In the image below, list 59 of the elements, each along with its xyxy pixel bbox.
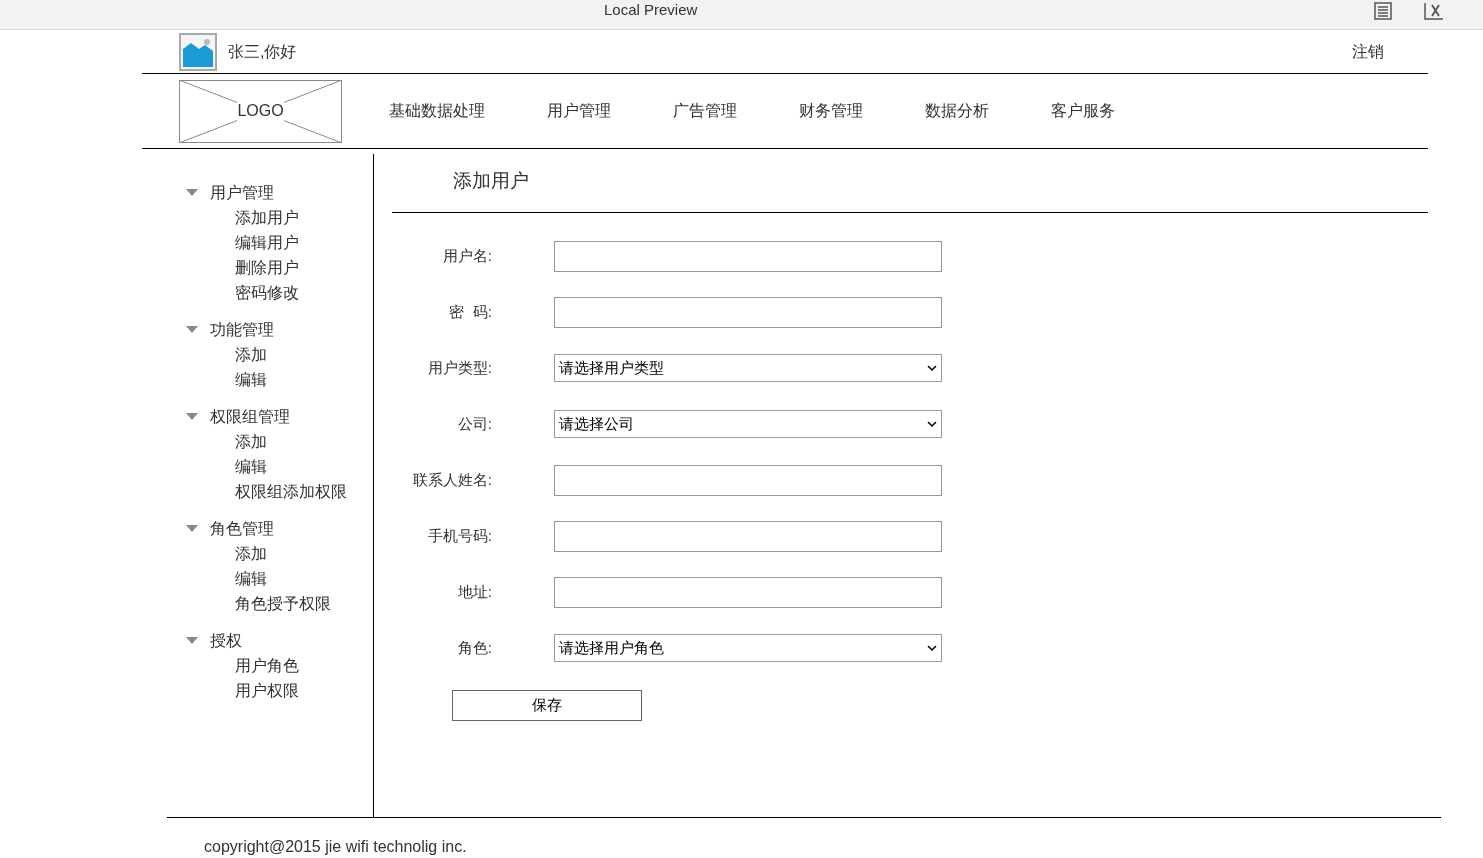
- document-icon[interactable]: [1373, 1, 1393, 20]
- text-field[interactable]: [554, 240, 942, 272]
- field-label: 密 码:: [448, 301, 493, 322]
- chevron-down-icon: [927, 421, 937, 427]
- field-label: 用户类型:: [426, 357, 493, 378]
- field-label: 手机号码:: [426, 525, 493, 546]
- nav-link[interactable]: 基础数据处理: [389, 99, 485, 123]
- nav-link[interactable]: 广告管理: [673, 99, 737, 123]
- tree-item[interactable]: 用户权限: [235, 678, 373, 703]
- tree-item[interactable]: 删除用户: [235, 255, 373, 280]
- triangle-icon[interactable]: [186, 636, 198, 645]
- tree-item[interactable]: 添加用户: [235, 205, 373, 230]
- tree-item[interactable]: 编辑: [235, 367, 373, 392]
- triangle-icon[interactable]: [186, 325, 198, 334]
- logo-text: LOGO: [237, 99, 284, 123]
- tree-group[interactable]: 功能管理: [210, 317, 274, 342]
- text-field[interactable]: [554, 464, 942, 496]
- tree-group[interactable]: 角色管理: [210, 516, 274, 541]
- tree-item[interactable]: 编辑: [235, 566, 373, 591]
- tree-item[interactable]: 密码修改: [235, 280, 373, 305]
- nav-link[interactable]: 数据分析: [925, 99, 989, 123]
- tree-item[interactable]: 角色授予权限: [235, 591, 373, 616]
- page-title: 添加用户: [453, 168, 529, 193]
- field-label: 地址:: [456, 581, 493, 602]
- tree-item[interactable]: 用户角色: [235, 653, 373, 678]
- dropdown-field[interactable]: 请选择用户角色: [554, 634, 942, 662]
- tree-item[interactable]: 添加: [235, 429, 373, 454]
- triangle-icon[interactable]: [186, 524, 198, 533]
- field-label: 联系人姓名:: [411, 469, 493, 490]
- tree-group[interactable]: 用户管理: [210, 180, 274, 205]
- tree-group[interactable]: 权限组管理: [210, 404, 290, 429]
- chevron-down-icon: [927, 365, 937, 371]
- copyright-text: copyright@2015 jie wifi technolig inc.: [204, 838, 467, 855]
- text-field[interactable]: [554, 520, 942, 552]
- triangle-icon[interactable]: [186, 412, 198, 421]
- field-label: 角色:: [456, 637, 493, 658]
- field-label: 用户名:: [441, 245, 493, 266]
- dropdown-field[interactable]: 请选择用户类型: [554, 354, 942, 382]
- chevron-down-icon: [927, 645, 937, 651]
- avatar-image-icon: [179, 32, 217, 71]
- variable-icon[interactable]: [1423, 1, 1445, 20]
- text-field[interactable]: [554, 296, 942, 328]
- tree-item[interactable]: 添加: [235, 342, 373, 367]
- window-title: Local Preview: [604, 0, 698, 21]
- save-button[interactable]: 保存: [452, 690, 642, 721]
- nav-link[interactable]: 财务管理: [799, 99, 863, 123]
- tree-item[interactable]: 权限组添加权限: [235, 479, 373, 504]
- text-field[interactable]: [554, 576, 942, 608]
- dropdown-field[interactable]: 请选择公司: [554, 410, 942, 438]
- triangle-icon[interactable]: [186, 188, 198, 197]
- nav-link[interactable]: 客户服务: [1051, 99, 1115, 123]
- tree-item[interactable]: 编辑: [235, 454, 373, 479]
- greeting-text: 张三,你好: [228, 41, 297, 62]
- field-label: 公司:: [456, 413, 493, 434]
- logout-link[interactable]: 注销: [1352, 39, 1384, 64]
- tree-group[interactable]: 授权: [210, 628, 242, 653]
- tree-item[interactable]: 添加: [235, 541, 373, 566]
- tree-item[interactable]: 编辑用户: [235, 230, 373, 255]
- nav-link[interactable]: 用户管理: [547, 99, 611, 123]
